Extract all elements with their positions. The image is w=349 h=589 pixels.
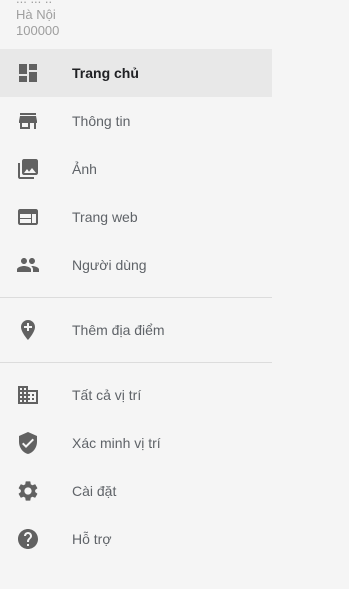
nav-item-label: Xác minh vị trí xyxy=(72,435,161,451)
nav-item-all-locations[interactable]: Tất cả vị trí xyxy=(0,371,272,419)
nav-item-label: Trang chủ xyxy=(72,65,139,81)
web-icon xyxy=(16,205,40,229)
nav-item-label: Người dùng xyxy=(72,257,147,273)
nav-item-label: Tất cả vị trí xyxy=(72,387,142,403)
nav-item-label: Thêm địa điểm xyxy=(72,322,165,338)
verified-shield-icon xyxy=(16,431,40,455)
content-area xyxy=(272,0,349,589)
nav-item-users[interactable]: Người dùng xyxy=(0,241,272,289)
building-icon xyxy=(16,383,40,407)
divider xyxy=(0,362,272,363)
address-line-cut: ... ... .. xyxy=(16,0,59,7)
gear-icon xyxy=(16,479,40,503)
address-city: Hà Nội xyxy=(16,7,56,22)
nav-item-support[interactable]: Hỗ trợ xyxy=(0,515,272,563)
divider xyxy=(0,297,272,298)
nav-item-photos[interactable]: Ảnh xyxy=(0,145,272,193)
nav-item-label: Trang web xyxy=(72,209,138,225)
nav-item-website[interactable]: Trang web xyxy=(0,193,272,241)
dashboard-icon xyxy=(16,61,40,85)
nav-item-label: Ảnh xyxy=(72,161,97,177)
storefront-icon xyxy=(16,109,40,133)
nav-item-add-location[interactable]: Thêm địa điểm xyxy=(0,306,272,354)
nav-item-verify-location[interactable]: Xác minh vị trí xyxy=(0,419,272,467)
business-address: ... ... .. Hà Nội 100000 xyxy=(16,0,59,39)
nav-item-label: Thông tin xyxy=(72,113,131,129)
navigation-drawer: ... ... .. Hà Nội 100000 Trang chủ Thông… xyxy=(0,0,272,589)
nav-item-settings[interactable]: Cài đặt xyxy=(0,467,272,515)
nav-item-home[interactable]: Trang chủ xyxy=(0,49,272,97)
help-icon xyxy=(16,527,40,551)
address-postcode: 100000 xyxy=(16,23,60,38)
photo-library-icon xyxy=(16,157,40,181)
nav-menu: Trang chủ Thông tin Ảnh Trang web Người xyxy=(0,49,272,563)
nav-item-label: Cài đặt xyxy=(72,483,117,499)
add-location-icon xyxy=(16,318,40,342)
nav-item-info[interactable]: Thông tin xyxy=(0,97,272,145)
nav-item-label: Hỗ trợ xyxy=(72,531,112,547)
people-icon xyxy=(16,253,40,277)
